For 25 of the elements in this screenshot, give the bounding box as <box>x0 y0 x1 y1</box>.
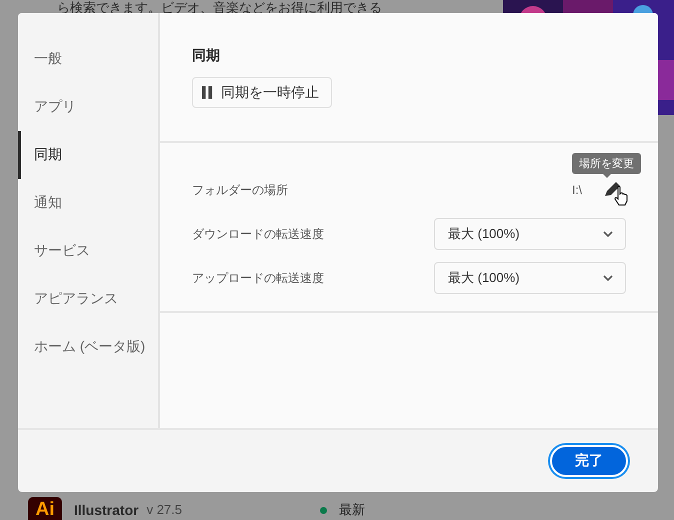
sidebar-item[interactable]: アプリ <box>18 83 158 131</box>
chevron-down-icon <box>603 231 613 237</box>
pause-sync-button[interactable]: 同期を一時停止 <box>192 77 332 108</box>
section-title: 同期 <box>192 47 220 65</box>
pause-icon <box>202 86 213 99</box>
app-icon: Ai <box>28 497 62 520</box>
folder-path: I:\ <box>572 183 582 197</box>
app-status: 最新 <box>339 503 365 516</box>
speed-dropdown[interactable]: 最大 (100%) <box>434 218 626 250</box>
speed-dropdown[interactable]: 最大 (100%) <box>434 262 626 294</box>
sidebar-item[interactable]: サービス <box>18 227 158 275</box>
app-name: Illustrator <box>74 503 139 517</box>
hand-cursor-icon <box>614 186 628 206</box>
sidebar-item[interactable]: アピアランス <box>18 275 158 323</box>
setting-label: フォルダーの場所 <box>192 182 288 198</box>
setting-label: アップロードの転送速度 <box>192 270 324 286</box>
pencil-icon[interactable] <box>604 181 622 197</box>
done-button[interactable]: 完了 <box>550 445 628 477</box>
sidebar-item[interactable]: ホーム (ベータ版) <box>18 323 158 371</box>
status-dot <box>320 507 327 514</box>
setting-label: ダウンロードの転送速度 <box>192 226 324 242</box>
sidebar-item[interactable]: 一般 <box>18 35 158 83</box>
sidebar-item[interactable]: 通知 <box>18 179 158 227</box>
chevron-down-icon <box>603 275 613 281</box>
app-version: v 27.5 <box>146 503 182 516</box>
